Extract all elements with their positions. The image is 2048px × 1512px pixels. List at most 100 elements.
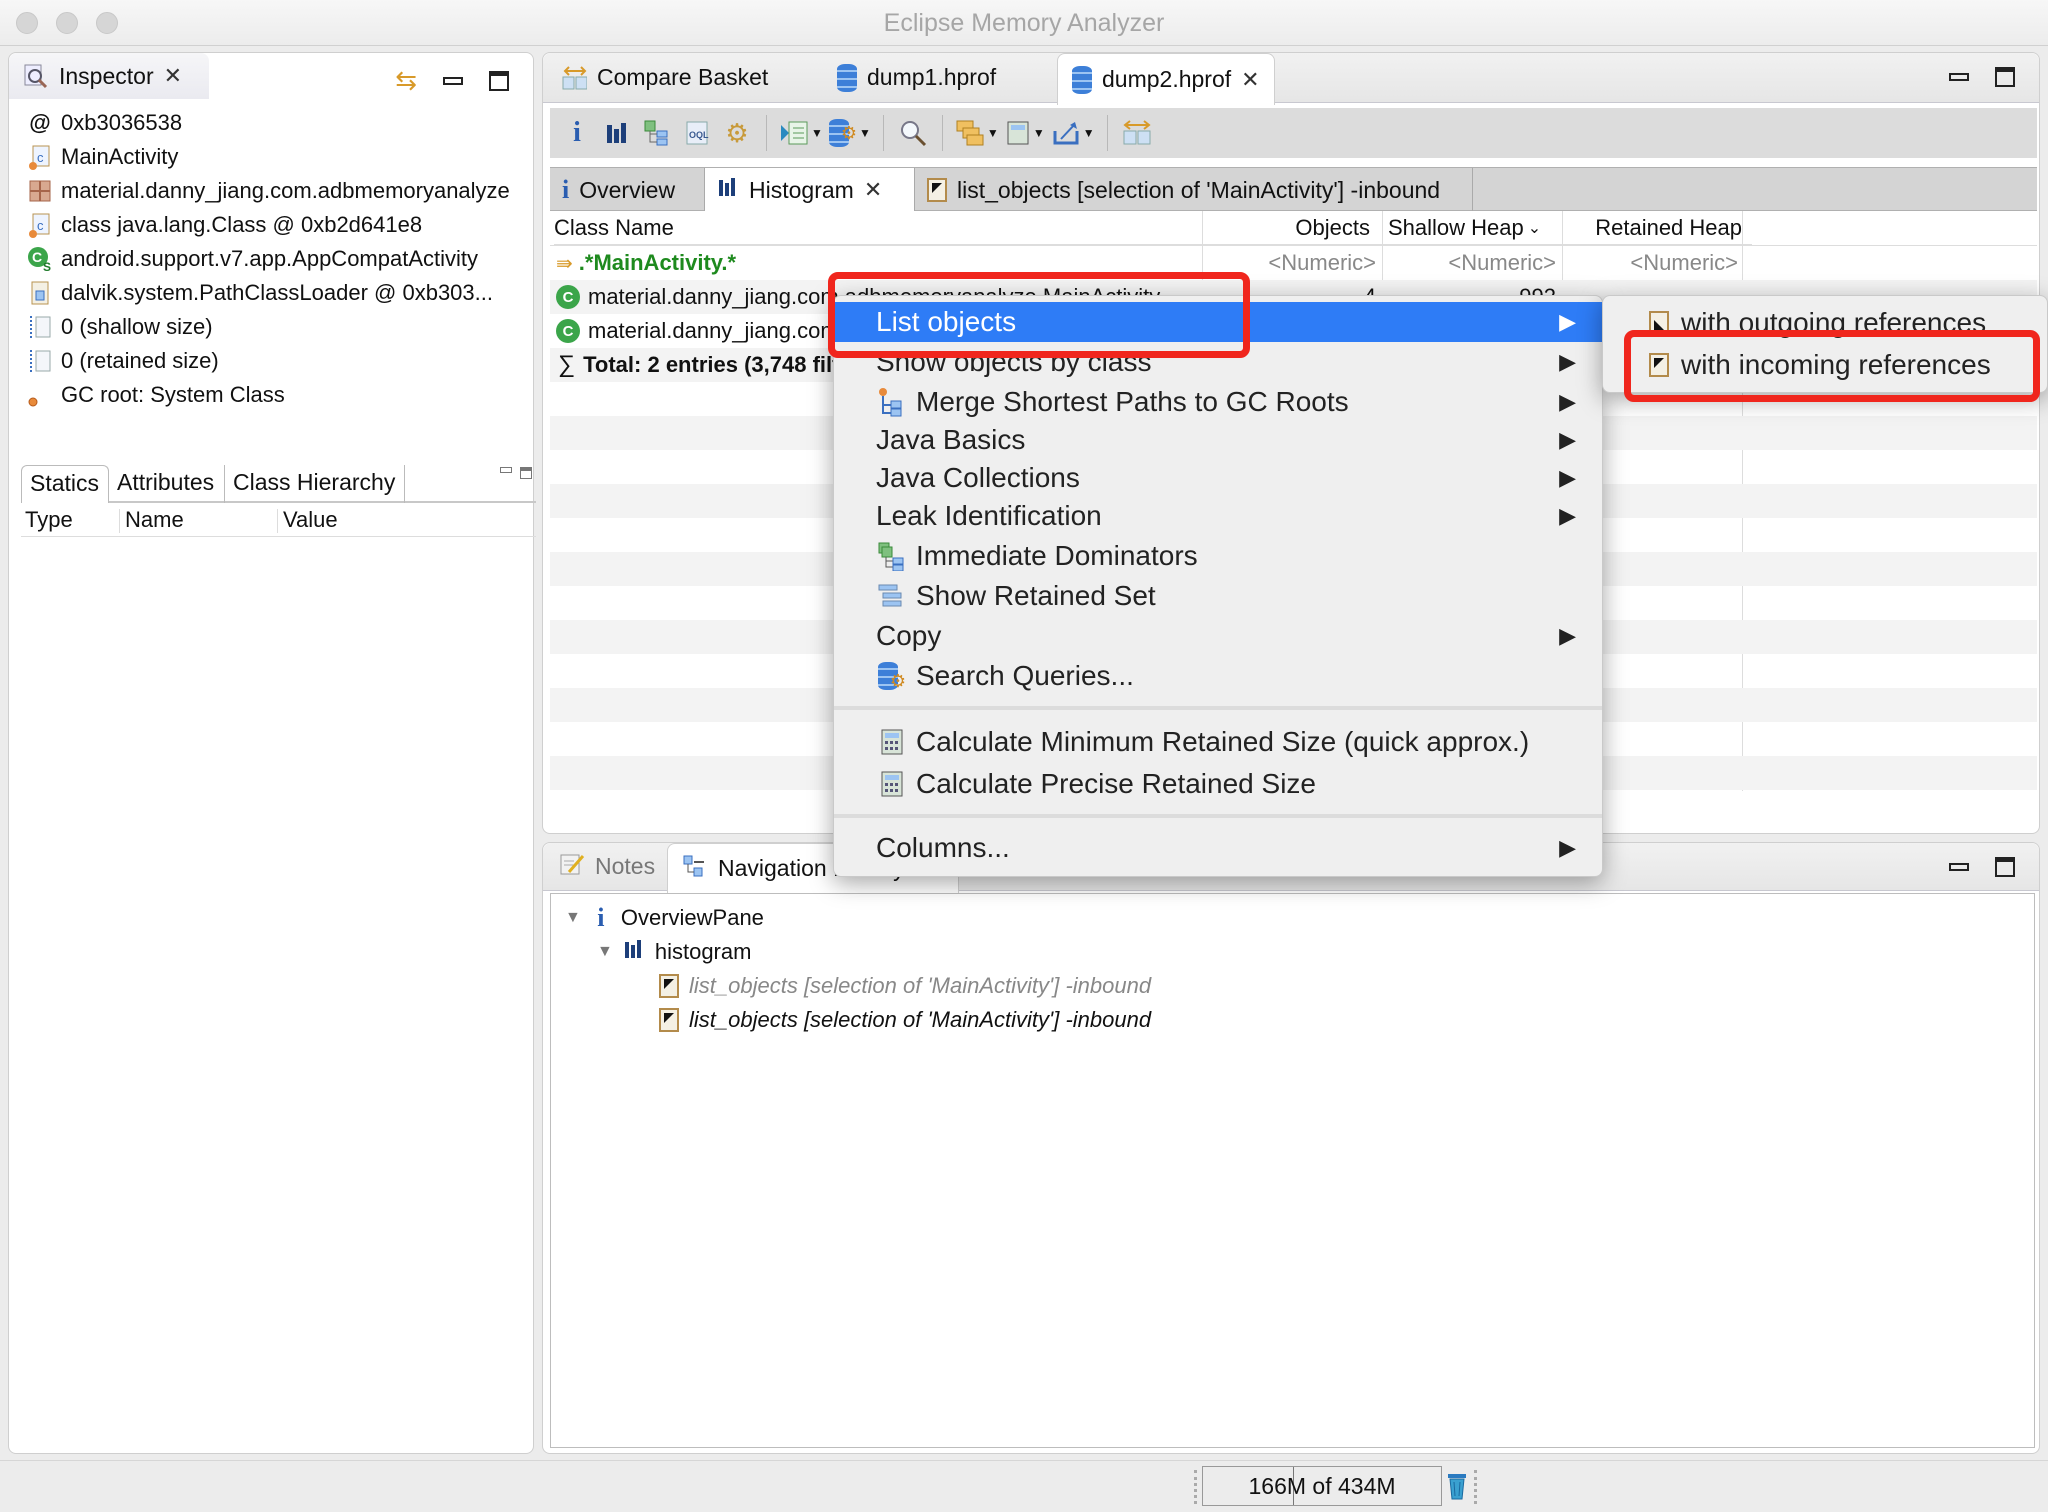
histogram-icon[interactable] <box>600 115 634 151</box>
dominator-tree-icon[interactable] <box>640 115 674 151</box>
incoming-references-icon <box>1649 353 1669 377</box>
calculator-icon <box>876 726 908 758</box>
list-objects-icon <box>659 1008 679 1032</box>
close-icon[interactable]: ✕ <box>1241 67 1259 93</box>
menu-item-list-objects[interactable]: List objects ▶ <box>834 302 1602 342</box>
column-value[interactable]: Value <box>283 507 338 533</box>
menu-item-calc-min-retained[interactable]: Calculate Minimum Retained Size (quick a… <box>834 722 1602 762</box>
class-name-filter[interactable]: ⇛ .*MainActivity.* <box>556 246 736 280</box>
menu-item-immediate-dominators[interactable]: Immediate Dominators <box>834 536 1602 576</box>
menu-item-with-outgoing-references[interactable]: with outgoing references <box>1603 302 2047 344</box>
compare-icon[interactable] <box>1120 115 1154 151</box>
column-shallow-heap[interactable]: Shallow Heap ⌄ <box>1384 211 1560 245</box>
tab-histogram[interactable]: Histogram ✕ <box>705 168 915 212</box>
tab-dump1[interactable]: dump1.hprof <box>823 53 1010 102</box>
size-icon <box>27 348 53 374</box>
class-icon: C <box>556 319 580 343</box>
minimize-icon[interactable] <box>443 76 463 85</box>
status-grip[interactable] <box>1194 1470 1198 1504</box>
result-tabs: i Overview Histogram ✕ list_objects [sel… <box>550 167 2037 212</box>
export-icon[interactable]: ▼ <box>1051 115 1095 151</box>
menu-item-with-incoming-references[interactable]: with incoming references <box>1603 344 2047 386</box>
search-queries-icon: ⚙ <box>876 660 908 692</box>
inspector-super-class: CS android.support.v7.app.AppCompatActiv… <box>27 243 478 275</box>
tab-class-hierarchy[interactable]: Class Hierarchy <box>225 465 405 503</box>
svg-text:OQL: OQL <box>689 130 709 140</box>
maximize-icon[interactable] <box>1995 67 2015 87</box>
column-name[interactable]: Name <box>125 507 184 533</box>
menu-item-calc-precise-retained[interactable]: Calculate Precise Retained Size <box>834 764 1602 804</box>
inspector-tabstrip: Inspector ✕ ⇆ <box>9 53 533 99</box>
run-report-icon[interactable]: ▼ <box>779 115 823 151</box>
menu-item-show-objects-by-class[interactable]: Show objects by class ▶ <box>834 342 1602 382</box>
minimize-icon[interactable] <box>1949 73 1969 81</box>
menu-item-merge-shortest-paths[interactable]: Merge Shortest Paths to GC Roots ▶ <box>834 382 1602 422</box>
status-grip[interactable] <box>1474 1470 1478 1504</box>
tree-item-list-objects[interactable]: list_objects [selection of 'MainActivity… <box>659 970 1151 1002</box>
heap-status[interactable]: 166M of 434M <box>1202 1466 1442 1506</box>
expand-arrow-icon[interactable]: ▼ <box>565 909 581 927</box>
tab-list-objects[interactable]: list_objects [selection of 'MainActivity… <box>915 168 1473 212</box>
svg-text:c: c <box>37 150 44 165</box>
list-objects-icon <box>927 178 947 202</box>
group-icon[interactable]: ▼ <box>955 115 999 151</box>
tab-inspector[interactable]: Inspector ✕ <box>9 53 209 99</box>
oql-icon[interactable]: OQL <box>680 115 714 151</box>
tab-compare-basket[interactable]: Compare Basket <box>547 53 782 102</box>
maximize-icon[interactable] <box>489 70 509 91</box>
histogram-icon <box>717 176 739 204</box>
sum-icon: ∑ <box>558 351 576 378</box>
tree-item-histogram[interactable]: ▼ histogram <box>597 936 751 968</box>
shallow-filter[interactable]: <Numeric> <box>1384 246 1556 280</box>
inspector-retained-size: 0 (retained size) <box>27 345 219 377</box>
run-gc-button[interactable] <box>1444 1466 1470 1506</box>
status-bar <box>0 1460 2048 1512</box>
tab-dump2[interactable]: dump2.hprof ✕ <box>1057 53 1275 105</box>
database-icon <box>1072 65 1092 94</box>
menu-item-search-queries[interactable]: ⚙ Search Queries... <box>834 656 1602 696</box>
maximize-icon[interactable] <box>1995 857 2015 877</box>
minimize-icon[interactable] <box>1949 863 1969 871</box>
inspector-class-object: c class java.lang.Class @ 0xb2d641e8 <box>27 209 422 241</box>
menu-item-java-collections[interactable]: Java Collections ▶ <box>834 458 1602 498</box>
minimize-icon[interactable] <box>500 467 512 473</box>
menu-separator <box>834 814 1602 818</box>
list-objects-submenu: with outgoing references with incoming r… <box>1602 295 2048 393</box>
close-icon[interactable]: ✕ <box>864 177 882 203</box>
objects-filter[interactable]: <Numeric> <box>1204 246 1376 280</box>
compare-icon <box>561 65 587 91</box>
column-type[interactable]: Type <box>25 507 73 533</box>
gear-icon[interactable]: ⚙ <box>720 115 754 151</box>
tab-label: Inspector <box>59 62 154 89</box>
expand-arrow-icon[interactable]: ▼ <box>597 943 613 961</box>
super-class-icon: CS <box>27 246 53 272</box>
maximize-icon[interactable] <box>520 467 532 479</box>
menu-separator <box>834 706 1602 710</box>
tree-item-overview[interactable]: ▼ i OverviewPane <box>565 902 764 934</box>
inspector-classloader: dalvik.system.PathClassLoader @ 0xb303..… <box>27 277 493 309</box>
tree-item-list-objects[interactable]: list_objects [selection of 'MainActivity… <box>659 1004 1151 1036</box>
column-retained-heap[interactable]: Retained Heap <box>1562 211 1752 245</box>
menu-item-leak-identification[interactable]: Leak Identification ▶ <box>834 496 1602 536</box>
menu-item-java-basics[interactable]: Java Basics ▶ <box>834 420 1602 460</box>
search-icon[interactable] <box>896 115 930 151</box>
submenu-arrow-icon: ▶ <box>1559 349 1576 374</box>
inspector-gc-root: GC root: System Class <box>27 379 285 411</box>
gc-paths-icon <box>876 386 908 418</box>
info-icon[interactable]: i <box>560 115 594 151</box>
menu-item-show-retained-set[interactable]: Show Retained Set <box>834 576 1602 616</box>
tab-notes[interactable]: Notes <box>545 843 669 890</box>
submenu-arrow-icon: ▶ <box>1559 835 1576 860</box>
tab-statics[interactable]: Statics <box>21 465 109 503</box>
inspector-statics-header: Type Name Value <box>21 505 536 537</box>
retained-filter[interactable]: <Numeric> <box>1562 246 1738 280</box>
tab-overview[interactable]: i Overview <box>550 168 705 212</box>
close-icon[interactable]: ✕ <box>164 63 182 89</box>
query-browser-icon[interactable]: ⚙ ▼ <box>828 115 871 151</box>
menu-item-columns[interactable]: Columns... ▶ <box>834 828 1602 868</box>
calculator-icon[interactable]: ▼ <box>1005 115 1045 151</box>
tab-attributes[interactable]: Attributes <box>109 465 225 503</box>
column-objects[interactable]: Objects <box>1204 211 1376 245</box>
link-with-editor-icon[interactable]: ⇆ <box>395 65 417 96</box>
menu-item-copy[interactable]: Copy ▶ <box>834 616 1602 656</box>
